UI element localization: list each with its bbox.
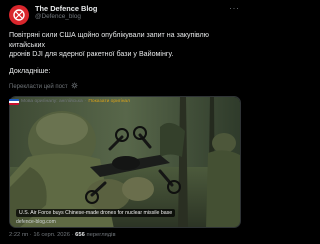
views-label: переглядів: [86, 232, 116, 238]
defence-blog-logo-icon: [13, 9, 25, 21]
author-name[interactable]: The Defence Blog: [35, 4, 97, 13]
post-meta: 2:22 пп · 16 серп. 2026 · 656 переглядів: [9, 232, 116, 238]
translate-post-link[interactable]: Перекласти цей пост: [9, 82, 78, 90]
separator-dot: ·: [84, 99, 87, 104]
post-text-line-2: дронів DJI для ядерної ракетної бази у В…: [9, 50, 174, 59]
author-avatar[interactable]: [9, 5, 29, 25]
source-language-label: Мова оригіналу: англійська: [21, 99, 83, 104]
more-options-icon[interactable]: ···: [229, 3, 240, 13]
post-detail-label: Докладніше:: [9, 67, 51, 75]
views-count: 656: [75, 232, 85, 238]
translate-label: Перекласти цей пост: [9, 84, 68, 90]
link-preview-card[interactable]: U.S. Air Force buys Chinese-made drones …: [9, 96, 241, 228]
us-flag-icon: [9, 98, 19, 105]
preview-caption: U.S. Air Force buys Chinese-made drones …: [16, 209, 176, 217]
author-handle[interactable]: @Defence_blog: [35, 13, 81, 20]
post-text: Повітряні сили США щойно опублікували за…: [9, 31, 244, 60]
preview-domain: defence-blog.com: [16, 219, 56, 225]
show-original-link[interactable]: Показати оригінал: [88, 99, 130, 104]
gear-icon: [71, 82, 78, 89]
post-card: The Defence Blog @Defence_blog ··· Повіт…: [0, 0, 250, 244]
post-text-line-1: Повітряні сили США щойно опублікували за…: [9, 31, 209, 49]
original-language-note: Мова оригіналу: англійська · Показати ор…: [9, 97, 130, 106]
post-timestamp[interactable]: 2:22 пп · 16 серп. 2026 ·: [9, 232, 74, 238]
